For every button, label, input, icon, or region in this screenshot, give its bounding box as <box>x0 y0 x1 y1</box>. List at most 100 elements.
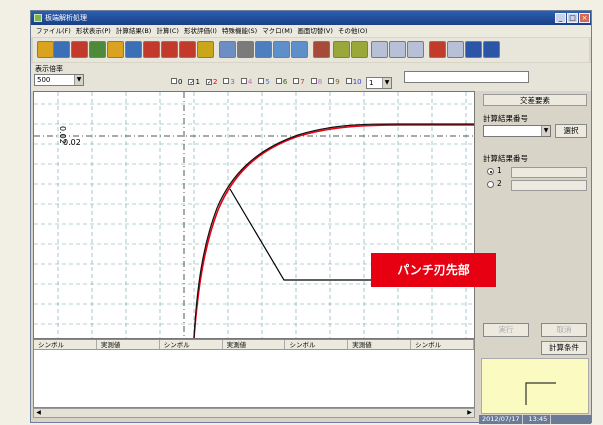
line-icon[interactable] <box>371 41 388 58</box>
menu-item[interactable]: 計算(C) <box>156 27 179 35</box>
chart-icon[interactable] <box>333 41 350 58</box>
save-disk-icon[interactable] <box>53 41 70 58</box>
minimize-button[interactable]: _ <box>555 13 566 23</box>
open-folder-icon[interactable] <box>37 41 54 58</box>
checkbox[interactable] <box>310 78 317 84</box>
menu-item[interactable]: その他(O) <box>338 27 368 35</box>
calc-conditions-button[interactable]: 計算条件 <box>541 341 587 355</box>
window-title: 板端解析処理 <box>45 14 87 22</box>
panel-title: 交差要素 <box>483 94 587 106</box>
menu-item[interactable]: 形状表示(P) <box>76 27 111 35</box>
result-radio-1[interactable] <box>487 168 494 175</box>
result-number-select[interactable]: ▼ <box>483 125 551 137</box>
profile-plot[interactable]: 0.02 0.02 <box>33 91 475 339</box>
zoom-value: 500 <box>37 76 51 84</box>
shape-icon[interactable] <box>429 41 446 58</box>
undo-icon[interactable] <box>447 41 464 58</box>
line-icon[interactable] <box>407 41 424 58</box>
callout-leader-line <box>229 188 376 281</box>
status-date: 2012/07/17 <box>479 415 524 424</box>
chart-icon[interactable] <box>351 41 368 58</box>
zoom-select[interactable]: 500 ▼ <box>34 74 84 86</box>
layer-checkbox-2[interactable]: ✓2 <box>205 78 218 86</box>
chevron-down-icon[interactable]: ▼ <box>74 75 83 85</box>
bmp-icon[interactable] <box>273 41 290 58</box>
table-header-cell: 実測値 <box>97 340 160 349</box>
checkbox[interactable] <box>275 78 282 84</box>
layer-checkbox-10[interactable]: 10 <box>345 78 362 86</box>
checkbox[interactable]: ✓ <box>188 79 195 86</box>
menu-item[interactable]: 画面切替(V) <box>297 27 333 35</box>
chevron-down-icon[interactable]: ▼ <box>382 78 391 88</box>
checkbox[interactable]: ✓ <box>205 79 212 86</box>
table-header-cell: シンボル <box>411 340 475 349</box>
window-icon[interactable] <box>483 41 500 58</box>
select-button[interactable]: 選択 <box>555 124 587 138</box>
window-icon[interactable] <box>465 41 482 58</box>
layer-checkbox-7[interactable]: 7 <box>293 78 305 86</box>
status-time: 13:45 <box>526 415 552 424</box>
bmp-icon[interactable] <box>291 41 308 58</box>
cross-icon[interactable] <box>179 41 196 58</box>
layer-checkbox-4[interactable]: 4 <box>240 78 252 86</box>
line-icon[interactable] <box>389 41 406 58</box>
checkbox[interactable] <box>345 78 352 84</box>
picture-icon[interactable] <box>255 41 272 58</box>
horizontal-scrollbar[interactable]: ◀ ▶ <box>33 408 475 418</box>
result-radio-2[interactable] <box>487 181 494 188</box>
zoom-label: 表示倍率 <box>35 65 63 73</box>
toolbar <box>33 38 589 62</box>
menu-item[interactable]: 特殊機能(S) <box>222 27 257 35</box>
layer-checkbox-8[interactable]: 8 <box>310 78 323 86</box>
layer-checkbox-0[interactable]: 0 <box>171 78 182 86</box>
layer-number: 2 <box>212 78 218 86</box>
plot-canvas: 0.02 0.02 <box>34 92 474 339</box>
layer-number: 1 <box>195 78 200 86</box>
layer-checkbox-5[interactable]: 5 <box>258 78 270 86</box>
layer-number-select[interactable]: 1 ▼ <box>366 77 392 89</box>
menu-bar: ファイル(F) 形状表示(P) 計算結果(B) 計算(C) 形状評価(I) 特殊機能(S)… <box>31 25 591 37</box>
status-bar: 2012/07/17 13:45 <box>479 415 591 424</box>
cancel-button[interactable]: 取消 <box>541 323 587 337</box>
open-folder-icon[interactable] <box>107 41 124 58</box>
menu-item[interactable]: ファイル(F) <box>36 27 71 35</box>
menu-item[interactable]: マクロ(M) <box>262 27 292 35</box>
info-field[interactable] <box>404 71 529 83</box>
layer-checkboxes: 0 ✓1 ✓2 3 4 5 6 7 8 9 10 <box>171 78 368 86</box>
record-icon[interactable] <box>71 41 88 58</box>
chart-icon[interactable] <box>89 41 106 58</box>
app-window: 板端解析処理 _ □ × ファイル(F) 形状表示(P) 計算結果(B) 計算(C) 形… <box>30 10 592 424</box>
cross-icon[interactable] <box>143 41 160 58</box>
table-header-cell: シンボル <box>34 340 97 349</box>
print-icon[interactable] <box>237 41 254 58</box>
maximize-button[interactable]: □ <box>567 13 578 23</box>
layer-checkbox-6[interactable]: 6 <box>275 78 287 86</box>
corner-shape-icon <box>525 382 556 405</box>
layer-number: 5 <box>265 78 270 86</box>
pointer-icon[interactable] <box>219 41 236 58</box>
export-icon[interactable] <box>313 41 330 58</box>
menu-item[interactable]: 形状評価(I) <box>184 27 217 35</box>
table-header-cell: シンボル <box>285 340 349 349</box>
layer-checkbox-3[interactable]: 3 <box>223 78 235 86</box>
layer-checkbox-9[interactable]: 9 <box>328 78 340 86</box>
measure-icon[interactable] <box>197 41 214 58</box>
checkbox[interactable] <box>258 78 265 84</box>
checkbox[interactable] <box>223 78 230 84</box>
layer-checkbox-1[interactable]: ✓1 <box>188 78 200 86</box>
results-table[interactable]: シンボル 実測値 シンボル 実測値 シンボル 実測値 シンボル <box>33 339 475 408</box>
scroll-right-icon[interactable]: ▶ <box>465 409 474 417</box>
layer-number: 3 <box>230 78 235 86</box>
checkbox[interactable] <box>240 78 247 84</box>
layer-number: 8 <box>317 78 323 86</box>
checkbox[interactable] <box>328 78 335 84</box>
run-button[interactable]: 実行 <box>483 323 529 337</box>
menu-item[interactable]: 計算結果(B) <box>116 27 152 35</box>
scroll-left-icon[interactable]: ◀ <box>34 409 43 417</box>
checkbox[interactable] <box>171 78 177 84</box>
close-button[interactable]: × <box>579 13 590 23</box>
cross-icon[interactable] <box>161 41 178 58</box>
checkbox[interactable] <box>293 78 300 84</box>
chevron-down-icon[interactable]: ▼ <box>541 126 550 136</box>
save-disk-icon[interactable] <box>125 41 142 58</box>
